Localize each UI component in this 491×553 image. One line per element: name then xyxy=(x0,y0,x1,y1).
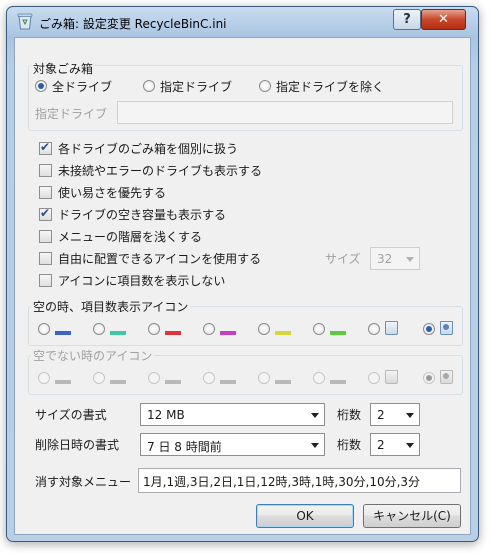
icon-size-value: 32 xyxy=(377,252,393,266)
purge-menu-input[interactable]: 1月,1週,3日,2日,1日,12時,3時,1時,30分,10分,3分 xyxy=(138,468,461,493)
purge-menu-value: 1月,1週,3日,2日,1日,12時,3時,1時,30分,10分,3分 xyxy=(143,475,421,489)
date-format-select[interactable]: 7 日 8 時間前 xyxy=(140,433,325,456)
empty-icon-radio-3[interactable] xyxy=(148,323,160,335)
chevron-down-icon xyxy=(311,443,319,448)
target-radio-all[interactable] xyxy=(35,80,47,92)
nonempty-icon-radio-1[interactable] xyxy=(38,372,50,384)
dialog-window: ごみ箱: 設定変更 RecycleBinC.ini ? ✕ 対象ごみ箱 全ドライ… xyxy=(6,6,479,542)
size-format-value: 12 MB xyxy=(147,408,185,422)
chevron-down-icon xyxy=(406,257,414,262)
full-bin-icon xyxy=(440,370,453,384)
size-format-label: サイズの書式 xyxy=(35,408,107,422)
green-bar-icon xyxy=(330,331,346,335)
title-bar[interactable]: ごみ箱: 設定変更 RecycleBinC.ini ? ✕ xyxy=(7,7,478,37)
checkbox-separate-bins-label[interactable]: 各ドライブのごみ箱を個別に扱う xyxy=(58,140,238,157)
gray-bar-icon xyxy=(220,380,236,384)
dialog-body: 対象ごみ箱 全ドライブ 指定ドライブ 指定ドライブを除く 指定ドライブ 各ドライ… xyxy=(14,37,471,535)
target-radio-exclude-label[interactable]: 指定ドライブを除く xyxy=(276,78,384,95)
gray-bar-icon xyxy=(55,380,71,384)
full-bin-icon xyxy=(440,321,453,335)
checkbox-hide-count-label[interactable]: アイコンに項目数を表示しない xyxy=(58,272,225,289)
blue-bar-icon xyxy=(55,331,71,335)
close-button[interactable]: ✕ xyxy=(421,9,466,30)
checkbox-free-icons[interactable] xyxy=(39,252,52,265)
yellow-bar-icon xyxy=(275,331,291,335)
checkbox-separate-bins[interactable] xyxy=(39,140,52,155)
window-title: ごみ箱: 設定変更 RecycleBinC.ini xyxy=(39,17,227,31)
nonempty-icon-radio-2[interactable] xyxy=(93,372,105,384)
checkbox-free-icons-label[interactable]: 自由に配置できるアイコンを使用する xyxy=(58,250,261,267)
nonempty-icon-radio-8[interactable] xyxy=(423,372,435,384)
checkbox-usability-label[interactable]: 使い易さを優先する xyxy=(58,184,166,201)
icon-size-label: サイズ xyxy=(325,252,361,266)
nonempty-icon-radio-6[interactable] xyxy=(313,372,325,384)
cancel-button[interactable]: キャンセル(C) xyxy=(363,504,461,528)
purge-menu-label: 消す対象メニュー xyxy=(35,475,132,489)
checkbox-shallow-menu[interactable] xyxy=(39,230,52,243)
date-digits-label: 桁数 xyxy=(337,438,362,452)
nonempty-icon-radio-3[interactable] xyxy=(148,372,160,384)
target-radio-specified[interactable] xyxy=(143,80,155,92)
size-digits-label: 桁数 xyxy=(337,408,362,422)
date-format-value: 7 日 8 時間前 xyxy=(147,440,222,454)
gray-bar-icon xyxy=(165,380,181,384)
size-digits-value: 2 xyxy=(377,408,385,422)
empty-icon-radio-2[interactable] xyxy=(93,323,105,335)
target-radio-specified-label[interactable]: 指定ドライブ xyxy=(160,78,232,95)
nonempty-icons-label: 空でない時のアイコン xyxy=(31,347,155,364)
size-digits-select[interactable]: 2 xyxy=(370,403,420,426)
date-digits-value: 2 xyxy=(377,438,385,452)
checkbox-show-offline-label[interactable]: 未接続やエラーのドライブも表示する xyxy=(58,162,262,179)
target-group-label: 対象ごみ箱 xyxy=(31,60,96,77)
drive-field-label: 指定ドライブ xyxy=(35,107,108,121)
checkbox-free-space-label[interactable]: ドライブの空き容量も表示する xyxy=(58,206,226,223)
chevron-down-icon xyxy=(406,443,414,448)
empty-icon-radio-8[interactable] xyxy=(423,323,435,335)
empty-icon-radio-4[interactable] xyxy=(203,323,215,335)
checkbox-show-offline[interactable] xyxy=(39,164,52,177)
nonempty-icon-radio-7[interactable] xyxy=(368,372,380,384)
empty-bin-icon xyxy=(385,370,398,384)
empty-bin-icon xyxy=(385,321,398,335)
ok-button[interactable]: OK xyxy=(256,504,354,528)
icon-size-select[interactable]: 32 xyxy=(370,247,420,270)
empty-icon-radio-7[interactable] xyxy=(368,323,380,335)
help-button[interactable]: ? xyxy=(393,9,421,30)
checkbox-shallow-menu-label[interactable]: メニューの階層を浅くする xyxy=(58,228,202,245)
empty-icon-radio-1[interactable] xyxy=(38,323,50,335)
size-format-select[interactable]: 12 MB xyxy=(140,403,325,426)
teal-bar-icon xyxy=(110,331,126,335)
gray-bar-icon xyxy=(275,380,291,384)
drive-input[interactable] xyxy=(117,101,453,124)
target-radio-exclude[interactable] xyxy=(259,80,271,92)
empty-icon-radio-5[interactable] xyxy=(258,323,270,335)
empty-icons-label: 空の時、項目数表示アイコン xyxy=(31,298,191,315)
date-digits-select[interactable]: 2 xyxy=(370,433,420,456)
empty-icon-radio-6[interactable] xyxy=(313,323,325,335)
recycle-bin-icon xyxy=(17,13,33,30)
red-bar-icon xyxy=(165,331,181,335)
chevron-down-icon xyxy=(311,413,319,418)
nonempty-icon-radio-4[interactable] xyxy=(203,372,215,384)
chevron-down-icon xyxy=(406,413,414,418)
date-format-label: 削除日時の書式 xyxy=(35,438,120,452)
nonempty-icon-radio-5[interactable] xyxy=(258,372,270,384)
gray-bar-icon xyxy=(110,380,126,384)
checkbox-hide-count[interactable] xyxy=(39,274,52,287)
magenta-bar-icon xyxy=(220,331,236,335)
gray-bar-icon xyxy=(330,380,346,384)
target-radio-all-label[interactable]: 全ドライブ xyxy=(52,78,112,95)
checkbox-usability[interactable] xyxy=(39,186,52,199)
checkbox-free-space[interactable] xyxy=(39,206,52,221)
